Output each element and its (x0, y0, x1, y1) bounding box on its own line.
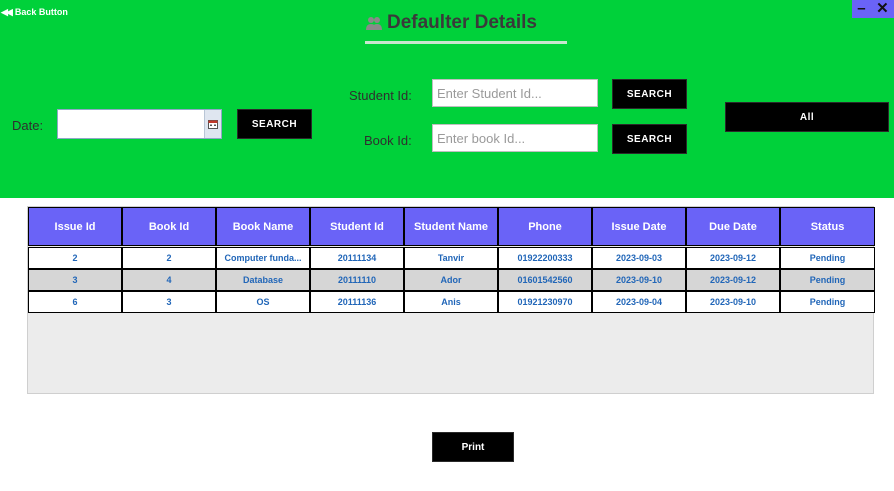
column-header-issue-date[interactable]: Issue Date (592, 207, 686, 246)
cell-phone: 01922200333 (498, 247, 592, 269)
title-block: Defaulter Details (365, 12, 567, 44)
back-button[interactable]: ◀◀ Back Button (1, 5, 68, 19)
cell-status: Pending (780, 269, 875, 291)
cell-student-id: 20111136 (310, 291, 404, 313)
cell-book-id: 4 (122, 269, 216, 291)
table-row[interactable]: 3 4 Database 20111110 Ador 01601542560 2… (28, 269, 875, 291)
date-label: Date: (12, 118, 44, 133)
cell-student-name: Anis (404, 291, 498, 313)
users-icon (365, 14, 383, 32)
cell-book-id: 2 (122, 247, 216, 269)
cell-due-date: 2023-09-12 (686, 247, 780, 269)
cell-book-name: OS (216, 291, 310, 313)
table-row[interactable]: 2 2 Computer funda... 20111134 Tanvir 01… (28, 247, 875, 269)
cell-issue-date: 2023-09-03 (592, 247, 686, 269)
cell-issue-id: 2 (28, 247, 122, 269)
book-id-label: Book Id: (364, 133, 412, 148)
date-search-button[interactable]: SEARCH (237, 109, 312, 139)
cell-due-date: 2023-09-12 (686, 269, 780, 291)
column-header-book-name[interactable]: Book Name (216, 207, 310, 246)
column-header-phone[interactable]: Phone (498, 207, 592, 246)
page-title-text: Defaulter Details (387, 12, 537, 33)
column-header-issue-id[interactable]: Issue Id (28, 207, 122, 246)
cell-issue-id: 3 (28, 269, 122, 291)
cell-book-name: Database (216, 269, 310, 291)
page-title: Defaulter Details (365, 12, 567, 34)
defaulter-table[interactable]: Issue Id Book Id Book Name Student Id St… (27, 206, 875, 394)
cell-issue-id: 6 (28, 291, 122, 313)
cell-book-name: Computer funda... (216, 247, 310, 269)
close-button[interactable]: ✕ (876, 1, 889, 16)
book-id-input[interactable] (432, 124, 598, 152)
title-underline (365, 41, 567, 44)
table-row[interactable]: 6 3 OS 20111136 Anis 01921230970 2023-09… (28, 291, 875, 313)
window-controls: – ✕ (852, 0, 894, 18)
print-button[interactable]: Print (432, 432, 514, 462)
date-input[interactable] (58, 110, 204, 138)
cell-student-id: 20111134 (310, 247, 404, 269)
table-header-row: Issue Id Book Id Book Name Student Id St… (28, 207, 875, 246)
defaulter-details-window: ◀◀ Back Button – ✕ Defaulter Details Dat… (0, 0, 894, 491)
cell-issue-date: 2023-09-10 (592, 269, 686, 291)
cell-due-date: 2023-09-10 (686, 291, 780, 313)
cell-student-name: Ador (404, 269, 498, 291)
cell-status: Pending (780, 247, 875, 269)
header-panel: ◀◀ Back Button – ✕ Defaulter Details Dat… (0, 0, 894, 198)
cell-student-id: 20111110 (310, 269, 404, 291)
back-button-label: Back Button (14, 7, 68, 17)
column-header-status[interactable]: Status (780, 207, 875, 246)
column-header-student-name[interactable]: Student Name (404, 207, 498, 246)
double-left-arrow-icon: ◀◀ (1, 6, 13, 17)
book-search-button[interactable]: SEARCH (612, 124, 687, 154)
defaulter-table-grid: Issue Id Book Id Book Name Student Id St… (28, 207, 875, 313)
minimize-button[interactable]: – (857, 1, 865, 16)
student-search-button[interactable]: SEARCH (612, 79, 687, 109)
cell-phone: 01601542560 (498, 269, 592, 291)
calendar-icon[interactable] (204, 110, 221, 138)
column-header-book-id[interactable]: Book Id (122, 207, 216, 246)
all-button[interactable]: All (725, 102, 889, 132)
cell-status: Pending (780, 291, 875, 313)
column-header-student-id[interactable]: Student Id (310, 207, 404, 246)
student-id-input[interactable] (432, 79, 598, 107)
cell-phone: 01921230970 (498, 291, 592, 313)
cell-book-id: 3 (122, 291, 216, 313)
column-header-due-date[interactable]: Due Date (686, 207, 780, 246)
cell-issue-date: 2023-09-04 (592, 291, 686, 313)
cell-student-name: Tanvir (404, 247, 498, 269)
student-id-label: Student Id: (349, 88, 412, 103)
date-picker[interactable] (57, 109, 222, 139)
